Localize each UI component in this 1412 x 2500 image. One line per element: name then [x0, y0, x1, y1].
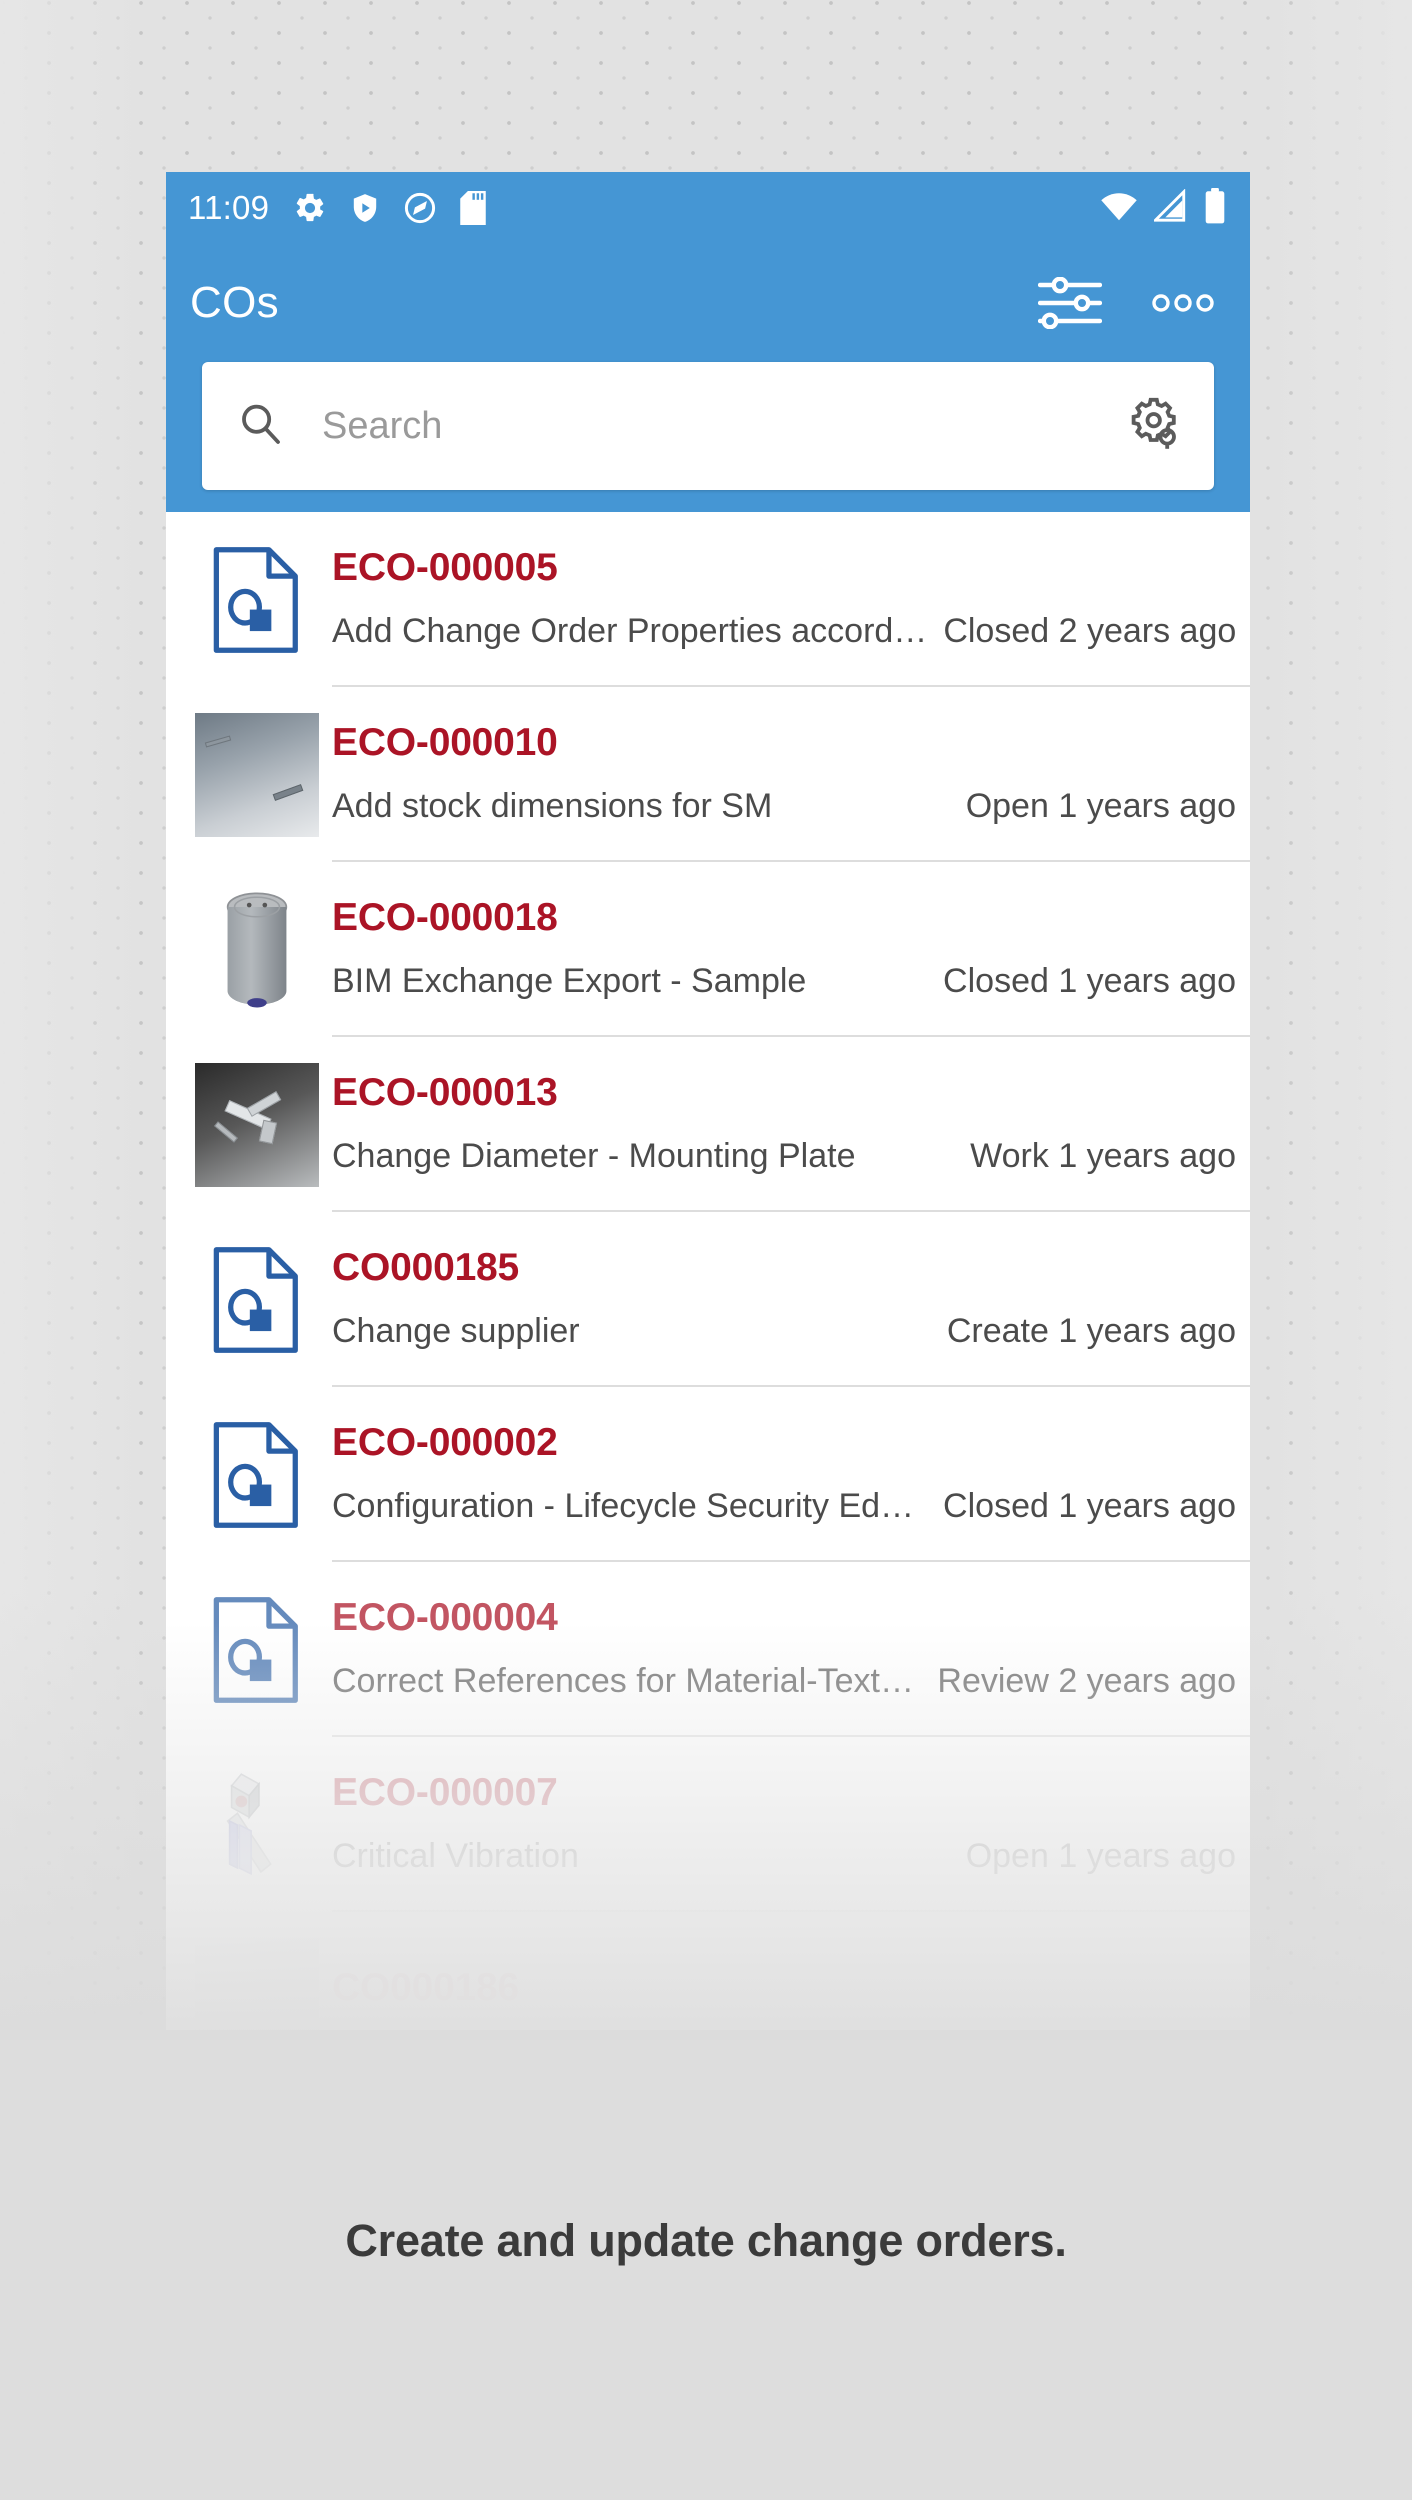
app-bar-actions — [1038, 277, 1214, 329]
row-subline: Add stock dimensions for SM Open 1 years… — [332, 787, 1236, 826]
row-subline: Configuration - Lifecycle Security Ed… C… — [332, 1487, 1236, 1526]
row-status: Create 1 years ago — [946, 1312, 1236, 1350]
row-body: ECO-000018 BIM Exchange Export - Sample … — [332, 862, 1250, 1037]
row-thumbnail — [188, 1562, 326, 1737]
row-status: Closed 1 years ago — [943, 1487, 1236, 1525]
cad-preview-cylinder — [226, 891, 288, 1007]
list-item[interactable]: ECO-000013 Change Diameter - Mounting Pl… — [166, 1037, 1250, 1212]
cad-preview-bracket — [226, 1772, 272, 1875]
row-id: CO000185 — [332, 1246, 520, 1289]
row-status: Closed 2 years ago — [943, 612, 1237, 650]
list-item[interactable]: ECO-000018 BIM Exchange Export - Sample … — [166, 862, 1250, 1037]
row-id: ECO-000013 — [332, 1071, 558, 1114]
cad-preview-partial — [195, 1937, 319, 2030]
cad-preview-mounting-plate — [195, 1062, 319, 1187]
row-id: ECO-000004 — [332, 1596, 558, 1639]
battery-icon — [1204, 187, 1226, 229]
row-id: CO000186 — [332, 1965, 520, 2009]
row-body: ECO-000010 Add stock dimensions for SM O… — [332, 687, 1250, 862]
row-status: Closed 1 years ago — [943, 962, 1236, 1000]
page-title: COs — [190, 278, 279, 327]
background-fade-left — [0, 0, 150, 2040]
circle-slash-icon — [403, 191, 437, 225]
shield-play-icon — [349, 191, 381, 225]
phone-screen: 11:09 COs Search ECO-000005 Add Change O… — [166, 172, 1250, 2030]
row-status: Work 1 years ago — [970, 1137, 1236, 1175]
list-item[interactable]: ECO-000010 Add stock dimensions for SM O… — [166, 687, 1250, 862]
list-item[interactable]: ECO-000007 Critical Vibration Open 1 yea… — [166, 1737, 1250, 1912]
row-description: Configuration - Lifecycle Security Ed… — [332, 1487, 915, 1525]
document-icon — [213, 1246, 298, 1353]
row-subline: Add Change Order Properties accord… Clos… — [332, 612, 1236, 651]
list-item[interactable]: CO000185 Change supplier Create 1 years … — [166, 1212, 1250, 1387]
caption-text: Create and update change orders. — [345, 2215, 1067, 2266]
overflow-menu-icon[interactable] — [1152, 292, 1214, 314]
wifi-icon — [1100, 189, 1138, 228]
row-description: Add stock dimensions for SM — [332, 787, 773, 825]
change-order-list[interactable]: ECO-000005 Add Change Order Properties a… — [166, 512, 1250, 2030]
row-thumbnail — [188, 1912, 326, 2030]
search-icon — [236, 400, 284, 453]
row-description: Change Diameter - Mounting Plate — [332, 1137, 856, 1175]
row-id: ECO-000002 — [332, 1421, 558, 1464]
search-input[interactable] — [322, 404, 1128, 448]
row-description: Change supplier — [332, 1312, 580, 1350]
row-id: ECO-000010 — [332, 721, 558, 764]
row-thumbnail — [188, 1387, 326, 1562]
list-item[interactable]: ECO-000005 Add Change Order Properties a… — [166, 512, 1250, 687]
row-subline: Correct References for Material-Text… Re… — [332, 1662, 1236, 1701]
app-bar: COs — [166, 244, 1250, 362]
sliders-icon[interactable] — [1038, 277, 1102, 329]
document-icon — [213, 546, 298, 653]
row-status: Open 1 years ago — [965, 787, 1236, 825]
status-bar-right-icons — [1100, 187, 1226, 229]
search-bar[interactable] — [202, 362, 1214, 490]
row-thumbnail — [188, 687, 326, 862]
row-body: CO000186 — [332, 1912, 1250, 2030]
cad-preview-sheetmetal — [195, 712, 319, 837]
row-subline: Change Diameter - Mounting Plate Work 1 … — [332, 1137, 1236, 1176]
list-item[interactable]: CO000186 — [166, 1912, 1250, 2030]
search-container — [166, 362, 1250, 512]
row-subline: BIM Exchange Export - Sample Closed 1 ye… — [332, 962, 1236, 1001]
signal-icon — [1151, 187, 1188, 228]
row-description: Critical Vibration — [332, 1837, 579, 1875]
row-description: Correct References for Material-Text… — [332, 1662, 914, 1700]
row-thumbnail — [188, 1212, 326, 1387]
row-thumbnail — [188, 1037, 326, 1212]
row-subline: Critical Vibration Open 1 years ago — [332, 1837, 1236, 1876]
row-status: Open 1 years ago — [965, 1837, 1236, 1875]
row-thumbnail — [188, 512, 326, 687]
list-item[interactable]: ECO-000004 Correct References for Materi… — [166, 1562, 1250, 1737]
background-fade-right — [1262, 0, 1412, 2040]
row-subline: Change supplier Create 1 years ago — [332, 1312, 1236, 1351]
row-body: ECO-000007 Critical Vibration Open 1 yea… — [332, 1737, 1250, 1912]
document-icon — [213, 1596, 298, 1703]
row-body: ECO-000002 Configuration - Lifecycle Sec… — [332, 1387, 1250, 1562]
row-thumbnail — [188, 1737, 326, 1912]
document-icon — [213, 1421, 298, 1528]
gear-icon — [293, 191, 327, 225]
status-bar: 11:09 — [166, 172, 1250, 244]
row-description: BIM Exchange Export - Sample — [332, 962, 807, 1000]
list-item[interactable]: ECO-000002 Configuration - Lifecycle Sec… — [166, 1387, 1250, 1562]
row-body: ECO-000013 Change Diameter - Mounting Pl… — [332, 1037, 1250, 1212]
row-id: ECO-000007 — [332, 1771, 558, 1814]
row-description: Add Change Order Properties accord… — [332, 612, 928, 650]
sd-card-icon — [459, 191, 487, 225]
status-bar-clock: 11:09 — [188, 189, 270, 226]
row-thumbnail — [188, 862, 326, 1037]
row-body: ECO-000004 Correct References for Materi… — [332, 1562, 1250, 1737]
row-body: ECO-000005 Add Change Order Properties a… — [332, 512, 1250, 687]
row-body: CO000185 Change supplier Create 1 years … — [332, 1212, 1250, 1387]
gear-settings-icon[interactable] — [1128, 396, 1184, 457]
row-status: Review 2 years ago — [937, 1662, 1236, 1700]
row-id: ECO-000005 — [332, 546, 558, 589]
row-id: ECO-000018 — [332, 896, 558, 939]
